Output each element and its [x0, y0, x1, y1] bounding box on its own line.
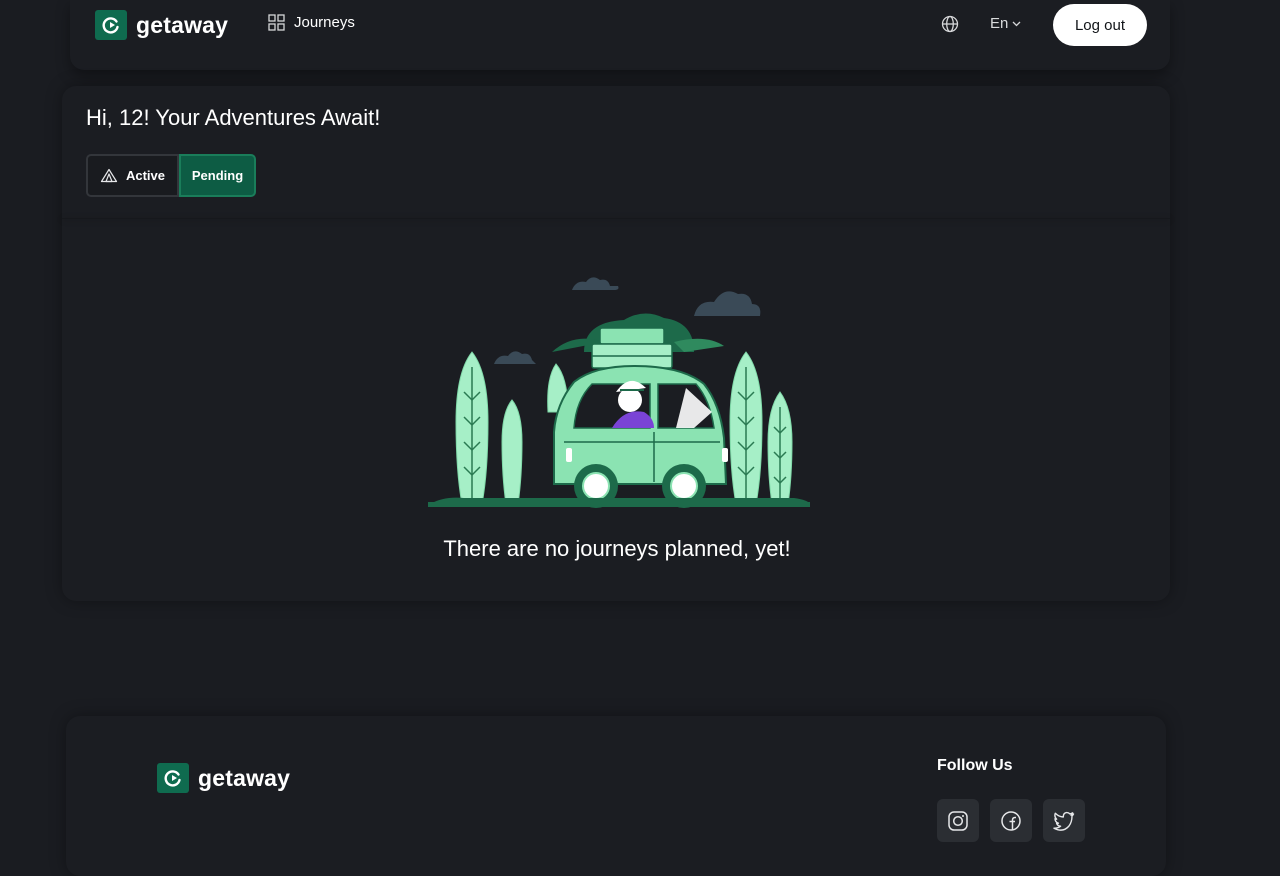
facebook-icon — [1001, 810, 1021, 831]
footer-brand-logo[interactable]: getaway — [157, 763, 290, 793]
section-divider — [62, 218, 1170, 219]
page-title: Hi, 12! Your Adventures Await! — [86, 105, 381, 130]
nav-journeys[interactable]: Journeys — [268, 14, 355, 31]
tab-pending-label: Pending — [191, 168, 244, 183]
twitter-icon — [1053, 811, 1075, 831]
twitter-link[interactable] — [1043, 799, 1085, 842]
instagram-icon — [948, 810, 968, 831]
tent-icon — [100, 168, 118, 183]
grid-icon — [268, 14, 285, 31]
follow-us-heading: Follow Us — [937, 757, 1013, 774]
empty-journeys-illustration — [428, 277, 810, 508]
journey-tabs: Active Pending — [86, 154, 256, 197]
empty-state-message: There are no journeys planned, yet! — [443, 536, 791, 561]
nav-journeys-label: Journeys — [294, 14, 355, 31]
language-selector[interactable]: En — [990, 15, 1021, 32]
logout-button[interactable]: Log out — [1053, 4, 1147, 46]
instagram-link[interactable] — [937, 799, 979, 842]
facebook-link[interactable] — [990, 799, 1032, 842]
journeys-panel: Hi, 12! Your Adventures Await! Active Pe… — [62, 86, 1170, 601]
tab-active-label: Active — [125, 168, 166, 183]
brand-logo[interactable]: getaway — [95, 10, 228, 40]
chevron-down-icon — [1012, 21, 1021, 26]
site-footer: getaway Follow Us — [66, 716, 1166, 876]
top-header: getaway Journeys En Log out — [70, 0, 1170, 70]
getaway-logo-icon — [95, 10, 127, 40]
brand-name: getaway — [136, 11, 229, 38]
globe-icon[interactable] — [941, 15, 959, 33]
language-label: En — [990, 15, 1009, 32]
social-links — [937, 799, 1096, 842]
footer-brand-name: getaway — [198, 764, 291, 791]
getaway-logo-icon — [157, 763, 189, 793]
tab-pending[interactable]: Pending — [179, 154, 256, 197]
tab-active[interactable]: Active — [86, 154, 179, 197]
